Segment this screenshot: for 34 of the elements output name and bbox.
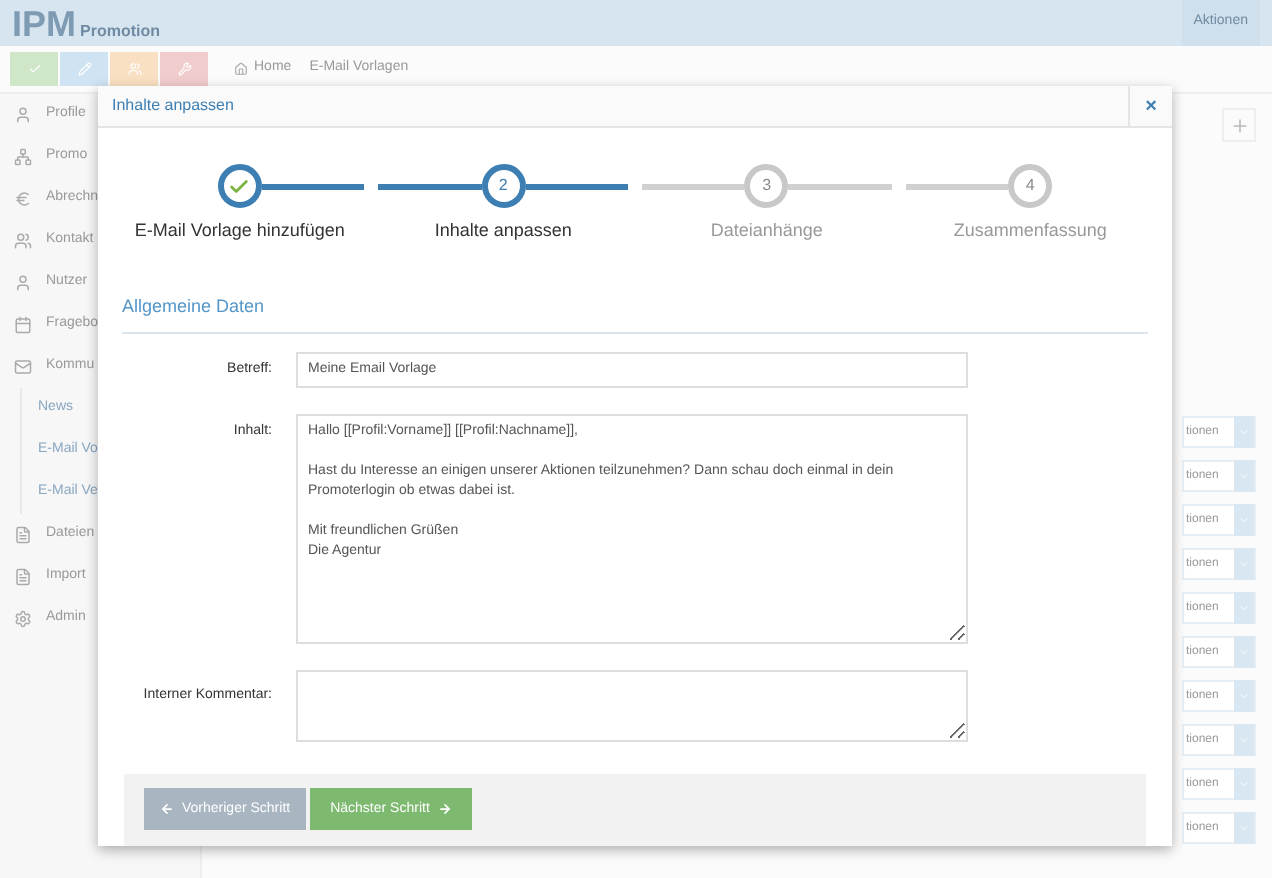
envelope-icon [14,358,32,376]
pencil-icon [77,62,91,76]
users-icon [14,232,32,250]
step-label: Zusammenfassung [953,218,1107,244]
step-label: Dateianhänge [710,218,823,244]
comment-field[interactable] [296,669,968,741]
modal-title: Inhalte anpassen [110,94,236,118]
close-button[interactable]: × [1128,85,1172,127]
document-icon [14,526,32,544]
wrench-icon [177,62,191,76]
logo-subtitle: Promotion [80,20,161,44]
logo: IPM [12,5,77,41]
step-label: Inhalte anpassen [434,218,572,244]
edit-button[interactable] [60,52,108,86]
section-title: Allgemeine Daten [122,295,265,315]
users-icon [127,62,141,76]
add-button[interactable] [1222,108,1256,142]
check-icon [27,62,41,76]
person-icon [14,274,32,292]
step-label: E-Mail Vorlage hinzufügen [134,218,345,244]
sitemap-icon [14,148,32,166]
calendar-icon [14,316,32,334]
arrow-right-icon [437,802,452,817]
home-icon [234,62,248,76]
arrow-left-icon [160,802,174,817]
users-button[interactable] [110,52,158,86]
check-button[interactable] [10,52,58,86]
document-icon [14,568,32,586]
plus-icon [1229,115,1249,135]
gear-icon [14,610,32,628]
settings-button[interactable] [160,52,208,86]
euro-icon [14,190,32,208]
person-icon [14,106,32,124]
check-icon [228,175,251,197]
